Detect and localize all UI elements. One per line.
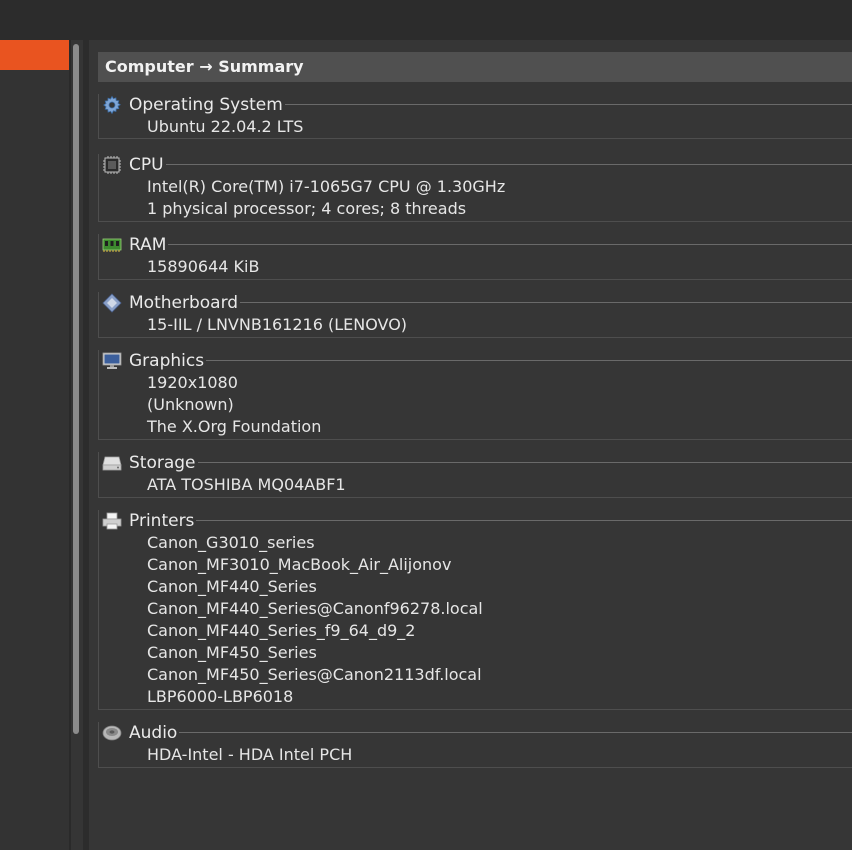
window-top-bar [0, 0, 852, 40]
section-title: Motherboard [129, 293, 239, 313]
speaker-icon [101, 723, 123, 743]
section-item: 1 physical processor; 4 cores; 8 threads [147, 199, 467, 218]
section-item: Canon_G3010_series [147, 533, 315, 552]
section-item: Intel(R) Core(TM) i7-1065G7 CPU @ 1.30GH… [147, 177, 506, 196]
section-item: The X.Org Foundation [147, 417, 322, 436]
section-motherboard: Motherboard 15-IIL / LNVNB161216 (LENOVO… [98, 292, 852, 338]
section-printers: Printers Canon_G3010_series Canon_MF3010… [98, 510, 852, 710]
section-item: 1920x1080 [147, 373, 238, 392]
cpu-chip-icon [101, 155, 123, 175]
section-item: Canon_MF450_Series@Canon2113df.local [147, 665, 482, 684]
section-item: Canon_MF450_Series [147, 643, 317, 662]
motherboard-icon [101, 293, 123, 313]
section-item: Canon_MF440_Series [147, 577, 317, 596]
section-item: Ubuntu 22.04.2 LTS [147, 117, 304, 136]
section-ram: RAM 15890644 KiB [98, 234, 852, 280]
section-graphics: Graphics 1920x1080 (Unknown) The X.Org F… [98, 350, 852, 440]
section-title: RAM [129, 235, 167, 255]
summary-panel: Computer → Summary Operating System Ubun… [89, 40, 852, 850]
section-item: HDA-Intel - HDA Intel PCH [147, 745, 353, 764]
section-title: Operating System [129, 95, 283, 115]
section-item: 15890644 KiB [147, 257, 260, 276]
sidebar-scrollbar-thumb[interactable] [73, 44, 79, 734]
section-title: Audio [129, 723, 178, 743]
section-cpu: CPU Intel(R) Core(TM) i7-1065G7 CPU @ 1.… [98, 154, 852, 222]
section-item: LBP6000-LBP6018 [147, 687, 294, 706]
section-item: Canon_MF440_Series@Canonf96278.local [147, 599, 483, 618]
section-title: CPU [129, 155, 164, 175]
printer-icon [101, 511, 123, 531]
page-title: Computer → Summary [98, 52, 852, 82]
sidebar-selected-item[interactable] [0, 40, 69, 70]
gear-icon [101, 95, 123, 115]
section-item: Canon_MF440_Series_f9_64_d9_2 [147, 621, 416, 640]
memory-module-icon [101, 235, 123, 255]
section-item: Canon_MF3010_MacBook_Air_Alijonov [147, 555, 452, 574]
section-title: Graphics [129, 351, 205, 371]
section-title: Printers [129, 511, 195, 531]
section-item: ATA TOSHIBA MQ04ABF1 [147, 475, 346, 494]
section-audio: Audio HDA-Intel - HDA Intel PCH [98, 722, 852, 768]
section-storage: Storage ATA TOSHIBA MQ04ABF1 [98, 452, 852, 498]
section-item: (Unknown) [147, 395, 234, 414]
section-title: Storage [129, 453, 196, 473]
section-operating-system: Operating System Ubuntu 22.04.2 LTS [98, 94, 852, 139]
sidebar-tree[interactable] [0, 40, 70, 850]
section-item: 15-IIL / LNVNB161216 (LENOVO) [147, 315, 408, 334]
hard-drive-icon [101, 453, 123, 473]
monitor-icon [101, 351, 123, 371]
